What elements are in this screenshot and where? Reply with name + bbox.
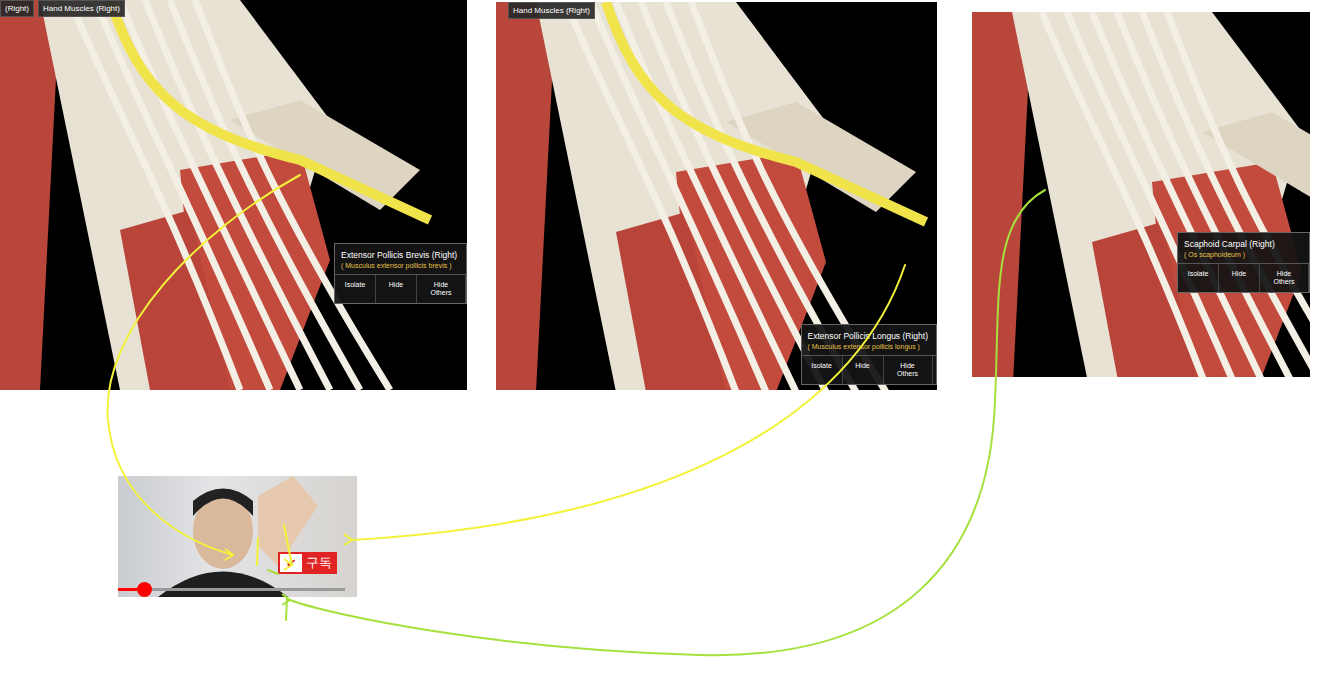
tooltip-button[interactable]: Hide Others xyxy=(1260,264,1309,292)
structure-tooltip: Extensor Pollicis Brevis (Right)( Muscul… xyxy=(334,243,467,304)
arrowhead-icon xyxy=(282,594,290,605)
arrowhead-icon xyxy=(284,559,292,570)
arrowhead-icon xyxy=(344,534,352,545)
tooltip-actions: IsolateHideHide Others xyxy=(1178,263,1309,292)
tooltip-actions: IsolateHideHide Others xyxy=(802,355,936,384)
progress-track[interactable] xyxy=(118,588,345,591)
tooltip-button[interactable]: Hide Others xyxy=(884,356,933,384)
subscribe-button[interactable]: ✔구독 xyxy=(278,552,337,574)
tooltip-actions: IsolateHideHide Others xyxy=(335,274,466,303)
tooltip-title: Scaphoid Carpal (Right) xyxy=(1178,233,1309,251)
check-icon: ✔ xyxy=(280,554,302,572)
view-label: Hand Muscles (Right) xyxy=(508,2,595,19)
tooltip-button[interactable]: Hide xyxy=(1219,264,1260,292)
arrowhead-icon xyxy=(225,549,233,560)
annotation-arrow xyxy=(108,175,300,555)
subscribe-label: 구독 xyxy=(306,554,332,572)
annotation-layer xyxy=(0,0,1338,682)
tooltip-button[interactable]: Hide Others xyxy=(417,275,466,303)
tooltip-latin: ( Os scaphoideum ) xyxy=(1178,251,1309,263)
tooltip-button[interactable]: Hide xyxy=(376,275,417,303)
anatomy-image xyxy=(0,0,467,390)
structure-tooltip: Extensor Pollicis Longus (Right)( Muscul… xyxy=(801,324,937,385)
view-label: Hand Muscles (Right) xyxy=(38,0,125,17)
annotation-arrow xyxy=(284,525,292,565)
annotation-arrow xyxy=(268,570,278,574)
anatomy-image xyxy=(972,12,1310,377)
tooltip-title: Extensor Pollicis Longus (Right) xyxy=(802,325,936,343)
tooltip-button[interactable]: Isolate xyxy=(802,356,843,384)
view-label: (Right) xyxy=(0,0,34,17)
anatomy-view[interactable]: Hand Muscles (Right) Extensor Pollicis Lo… xyxy=(496,2,937,390)
annotation-arrow xyxy=(286,190,1045,655)
tooltip-button[interactable]: Isolate xyxy=(335,275,376,303)
annotation-arrow xyxy=(257,538,258,565)
annotation-arrow xyxy=(352,265,905,540)
anatomy-view[interactable]: (Right)Hand Muscles (Right) Extensor Poll… xyxy=(0,0,467,390)
video-thumbnail[interactable]: ✔구독 xyxy=(118,462,357,597)
tooltip-button[interactable]: Isolate xyxy=(1178,264,1219,292)
video-frame[interactable]: ✔구독 xyxy=(118,476,357,597)
tooltip-button[interactable]: Hide xyxy=(843,356,884,384)
tooltip-title: Extensor Pollicis Brevis (Right) xyxy=(335,244,466,262)
progress-fill xyxy=(118,588,145,591)
structure-tooltip: Scaphoid Carpal (Right)( Os scaphoideum … xyxy=(1177,232,1310,293)
video-picture xyxy=(118,476,357,597)
tooltip-latin: ( Musculus extensor pollicis brevis ) xyxy=(335,262,466,274)
anatomy-view[interactable]: Scaphoid Carpal (Right)( Os scaphoideum … xyxy=(972,12,1310,377)
tooltip-latin: ( Musculus extensor pollicis longus ) xyxy=(802,343,936,355)
